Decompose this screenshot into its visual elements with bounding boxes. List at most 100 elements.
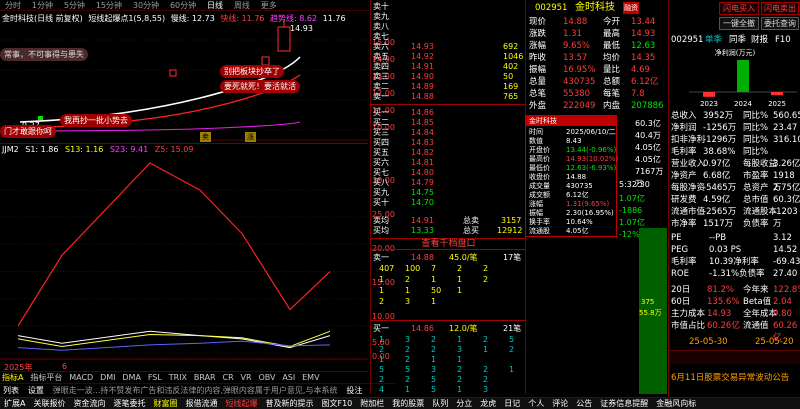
quote-value: 55380 [563,89,591,99]
tab-dmi[interactable]: DMI [100,373,115,382]
tab-60min[interactable]: 60分钟 [170,1,196,10]
cancel-all-button[interactable]: 一键全撤 [719,17,759,30]
tab-fsl[interactable]: FSL [148,373,162,382]
sell-level-row[interactable]: 卖七 [371,32,526,42]
queue-sell-header: 卖一 14.88 45.0/笔 17笔 [373,253,522,262]
status-item[interactable]: 个人 [528,399,544,408]
queue-cell: 100 [405,264,421,273]
sell-level-row[interactable]: 卖四 14.91 402 [371,62,526,72]
buy-level-row[interactable]: 买二 14.85 [371,118,526,128]
tab-vr[interactable]: VR [241,373,252,382]
status-item[interactable]: 公告 [576,399,592,408]
tab-cr[interactable]: CR [223,373,234,382]
tab-15min[interactable]: 15分钟 [96,1,122,10]
buy-level-row[interactable]: 买六 14.81 [371,158,526,168]
level-price: 14.84 [411,128,434,137]
tab-more[interactable]: 更多 [261,1,277,10]
queue-cell: 1 [405,286,411,295]
peak-price: 14.93 [290,24,313,33]
indicator-chart[interactable] [0,143,370,361]
sell-level-row[interactable]: 卖八 [371,22,526,32]
sell-level-row[interactable]: 卖三 14.90 50 [371,72,526,82]
view-depth-button[interactable]: 查看千档盘口 [371,238,526,250]
submit-button[interactable]: 投注 [346,386,362,395]
status-item[interactable]: 附加栏 [360,399,384,408]
buy-level-row[interactable]: 买七 14.80 [371,168,526,178]
settings-button[interactable]: 设置 [28,386,44,395]
tab-indicator-a[interactable]: 指标A [2,373,23,382]
tab-macd[interactable]: MACD [69,373,93,382]
buy-level-row[interactable]: 买四 14.83 [371,138,526,148]
tab-indicator-platform[interactable]: 指标平台 [30,373,62,382]
list-button[interactable]: 列表 [3,386,19,395]
flash-buy-button[interactable]: 闪电买入 [719,2,759,15]
tab-daily[interactable]: 日线 [207,1,223,10]
status-item[interactable]: 我的股票 [392,399,424,408]
tab-brar[interactable]: BRAR [194,373,216,382]
status-item[interactable]: 报借流通 [185,399,217,408]
popup-value: 1.31(9.65%) [566,200,610,208]
status-item[interactable]: 队列 [432,399,448,408]
val-value: 14.52 [773,245,798,255]
sell-level-row[interactable]: 卖五 14.92 1046 [371,52,526,62]
status-item[interactable]: 图文F10 [321,399,352,408]
tab-obv[interactable]: OBV [258,373,275,382]
status-item[interactable]: 日记 [504,399,520,408]
tab-5min[interactable]: 5分钟 [64,1,85,10]
status-item[interactable]: 普及新的提示 [265,399,313,408]
status-item[interactable]: 关联报价 [33,399,65,408]
tab-emv[interactable]: EMV [302,373,319,382]
val-mid: --PB [709,233,727,243]
buy-level-row[interactable]: 买十 14.70 [371,198,526,208]
flash-sell-button[interactable]: 闪电卖出 [761,2,799,15]
status-item[interactable]: 证券信息提醒 [600,399,648,408]
sell-level-row[interactable]: 卖十 [371,2,526,12]
kline-chart[interactable] [0,10,370,142]
tab-yoy[interactable]: 同季 [729,34,746,46]
candle-info-popup[interactable]: 金时科技 时间 2025/06/10/二 数值 8.43 开盘价 13.44(-0.96%… [525,115,618,237]
quote-row: 总笔 55380 每笔 7.8 [527,88,667,100]
status-item[interactable]: 财富圈 [153,399,177,408]
sell-level-row[interactable]: 卖六 14.93 692 [371,42,526,52]
queue-cell: 1 [457,275,463,284]
level-label: 卖八 [373,22,389,31]
danmaku-input[interactable]: 弹眼走一波...持不赞发布广告和违反法律的内容,弹眼内容属于用户意见,与本系统 [53,386,338,395]
tab-weekly[interactable]: 周线 [234,1,250,10]
status-item[interactable]: 龙虎 [480,399,496,408]
popup-row: 最低价 12.63(-6.93%) [526,164,616,173]
right-panel: 闪电买入 闪电卖出 一键全撤 委托查询 002951 单季 同季 财报 F10 … [668,0,800,397]
tab-quarter[interactable]: 单季 [705,34,722,46]
status-item[interactable]: 短线起爆 [225,399,257,408]
buy-level-row[interactable]: 买三 14.84 [371,128,526,138]
queue-row: 5 5 3 2 2 1 [371,365,526,375]
sell-level-row[interactable]: 卖一 14.88 765 [371,92,526,102]
sell-level-row[interactable]: 卖九 [371,12,526,22]
tab-asi[interactable]: ASI [282,373,295,382]
ind-z5: Z5: 15.09 [154,145,194,154]
tab-dma[interactable]: DMA [122,373,141,382]
tab-30min[interactable]: 30分钟 [133,1,159,10]
tab-fenshi[interactable]: 分时 [5,1,21,10]
buy-level-row[interactable]: 买五 14.82 [371,148,526,158]
tab-report[interactable]: 财报 [751,34,768,46]
queue-row: 1 2 1 1 [371,355,526,365]
tab-trix[interactable]: TRIX [169,373,187,382]
valuation-row: 毛利率 10.39净利率 -69.43 [669,256,800,268]
buy-level-row[interactable]: 买八 14.79 [371,178,526,188]
order-query-button[interactable]: 委托查询 [761,17,799,30]
status-item[interactable]: 扩展A [4,399,25,408]
status-item[interactable]: 分立 [456,399,472,408]
status-item[interactable]: 资金流向 [73,399,105,408]
tab-f10[interactable]: F10 [775,34,791,46]
status-item[interactable]: 金融风向标 [656,399,696,408]
status-item[interactable]: 评论 [552,399,568,408]
status-item[interactable]: 逐笔委托 [113,399,145,408]
perf-value: 122.8% [773,285,800,295]
tab-1min[interactable]: 1分钟 [32,1,53,10]
current-time: 5:32:30 [619,180,650,189]
buy-level-row[interactable]: 买一 14.86 [371,108,526,118]
sell-level-row[interactable]: 卖二 14.89 169 [371,82,526,92]
buy-level-row[interactable]: 买九 14.75 [371,188,526,198]
announcement[interactable]: 6月11日股票交易异常波动公告 [669,372,800,384]
fin-label: 同比% [743,147,769,157]
